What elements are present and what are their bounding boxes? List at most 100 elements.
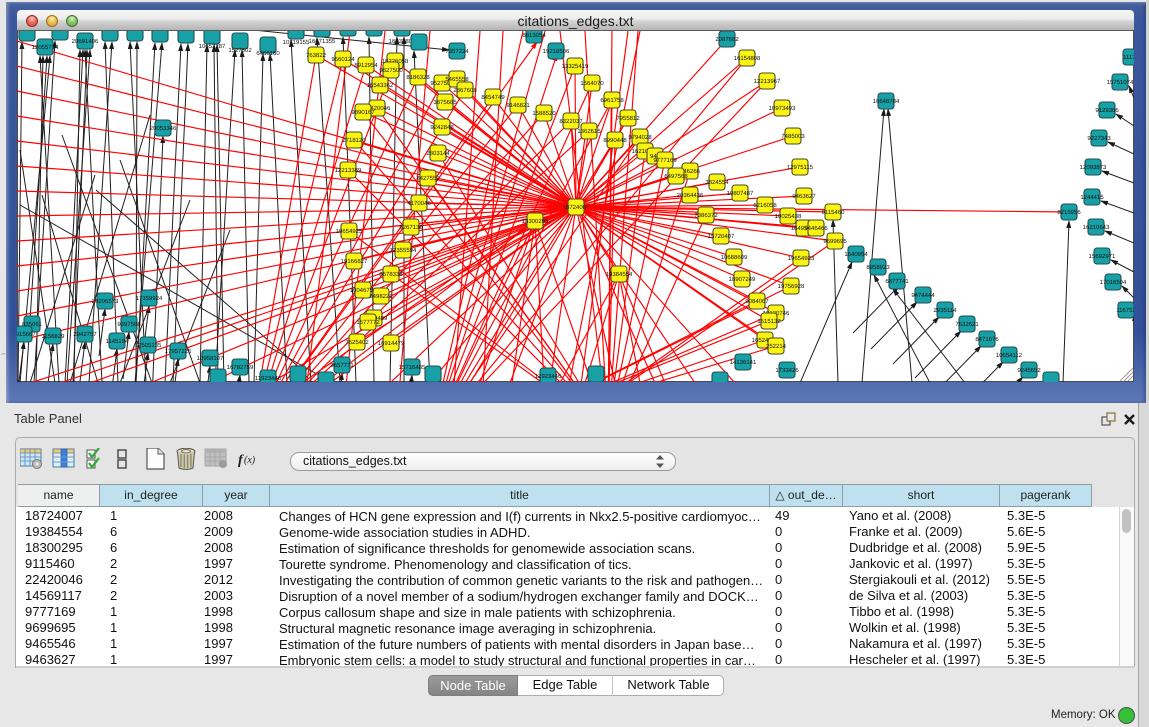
svg-text:9397588: 9397588 [117, 321, 141, 328]
svg-text:8186328: 8186328 [406, 74, 430, 81]
svg-text:252214: 252214 [766, 343, 787, 350]
svg-text:12355594: 12355594 [390, 247, 417, 254]
svg-text:4170046: 4170046 [407, 200, 431, 207]
svg-text:9827500: 9827500 [379, 67, 403, 74]
svg-text:7386372: 7386372 [694, 212, 718, 219]
svg-text:8678334: 8678334 [379, 271, 403, 278]
svg-text:10807487: 10807487 [727, 190, 754, 197]
svg-text:17016504: 17016504 [1100, 279, 1127, 286]
svg-text:8498222: 8498222 [369, 293, 393, 300]
svg-text:8215956: 8215956 [1057, 209, 1081, 216]
svg-text:12975115: 12975115 [787, 164, 814, 171]
svg-text:2935114: 2935114 [934, 307, 958, 314]
svg-text:2718120: 2718120 [342, 137, 366, 144]
svg-text:7955812: 7955812 [616, 115, 640, 122]
svg-text:16782759: 16782759 [227, 364, 254, 371]
svg-text:16648784: 16648784 [873, 98, 900, 105]
svg-text:18907249: 18907249 [729, 276, 756, 283]
svg-text:1564070: 1564070 [580, 80, 604, 87]
svg-text:9463627: 9463627 [792, 193, 816, 200]
svg-text:15751074: 15751074 [1107, 79, 1134, 86]
svg-text:1244415: 1244415 [1080, 194, 1104, 201]
svg-text:1156829: 1156829 [42, 333, 66, 340]
svg-text:2942757: 2942757 [73, 331, 97, 338]
svg-text:9915667: 9915667 [17, 331, 36, 338]
svg-text:11923446: 11923446 [255, 375, 282, 382]
svg-text:2087682: 2087682 [715, 36, 739, 43]
svg-text:1615132: 1615132 [757, 318, 781, 325]
svg-text:2803144: 2803144 [426, 150, 450, 157]
svg-text:9657771: 9657771 [330, 362, 354, 369]
svg-text:11175: 11175 [1123, 54, 1134, 61]
svg-text:9146821: 9146821 [506, 102, 530, 109]
svg-text:8471676: 8471676 [975, 336, 999, 343]
svg-text:6497568: 6497568 [664, 173, 688, 180]
svg-text:9890167: 9890167 [351, 109, 375, 116]
svg-text:6877741: 6877741 [885, 278, 909, 285]
svg-text:19654923: 19654923 [788, 255, 815, 262]
svg-text:16210643: 16210643 [1083, 224, 1110, 231]
svg-text:7357224: 7357224 [445, 48, 469, 55]
svg-text:12505135: 12505135 [135, 342, 162, 349]
svg-text:10958107: 10958107 [197, 355, 224, 362]
svg-text:16914479: 16914479 [378, 340, 405, 347]
svg-text:10719155: 10719155 [283, 39, 310, 46]
svg-text:763822: 763822 [306, 52, 327, 59]
svg-text:10688609: 10688609 [721, 254, 748, 261]
svg-text:10653287: 10653287 [199, 43, 226, 50]
svg-text:8427552: 8427552 [416, 175, 440, 182]
svg-text:19756928: 19756928 [778, 283, 805, 290]
svg-text:17957225: 17957225 [165, 348, 192, 355]
svg-text:1640954: 1640954 [844, 251, 868, 258]
svg-text:1677772: 1677772 [356, 319, 380, 326]
svg-text:15692971: 15692971 [1089, 253, 1116, 260]
svg-text:20691406: 20691406 [72, 38, 99, 45]
svg-text:3875685: 3875685 [433, 99, 457, 106]
svg-text:10654112: 10654112 [996, 352, 1023, 359]
svg-text:16671355: 16671355 [309, 38, 336, 45]
svg-text:6466160: 6466160 [256, 50, 280, 57]
svg-text:7632621: 7632621 [955, 321, 979, 328]
svg-text:16543362: 16543362 [367, 82, 394, 89]
svg-text:8267130: 8267130 [399, 224, 423, 231]
svg-text:13325419: 13325419 [562, 63, 589, 70]
svg-text:20206573: 20206573 [92, 298, 119, 305]
svg-text:1145194: 1145194 [106, 338, 130, 345]
svg-text:9699695: 9699695 [823, 238, 847, 245]
svg-text:9245652: 9245652 [1017, 367, 1041, 374]
svg-text:9115460: 9115460 [822, 209, 846, 216]
svg-text:17359924: 17359924 [136, 295, 163, 302]
svg-text:12213389: 12213389 [335, 167, 362, 174]
svg-text:10025438: 10025438 [775, 213, 802, 220]
svg-text:116753: 116753 [1116, 307, 1134, 314]
svg-text:20364436: 20364436 [677, 192, 704, 199]
svg-text:14136141: 14136141 [730, 359, 757, 366]
svg-text:8990448: 8990448 [603, 137, 627, 144]
svg-text:8912954: 8912954 [354, 62, 378, 69]
svg-text:19166827: 19166827 [341, 258, 368, 265]
svg-text:12055714: 12055714 [32, 44, 59, 51]
svg-text:7485003: 7485003 [781, 133, 805, 140]
svg-text:18300295: 18300295 [522, 218, 549, 225]
svg-text:19384554: 19384554 [606, 271, 633, 278]
svg-text:15720407: 15720407 [708, 233, 735, 240]
svg-text:9474444: 9474444 [911, 292, 935, 299]
svg-text:9777169: 9777169 [653, 157, 677, 164]
svg-text:8454749: 8454749 [481, 94, 505, 101]
svg-text:16154808: 16154808 [734, 55, 761, 62]
svg-text:2867608: 2867608 [453, 87, 477, 94]
svg-text:19218506: 19218506 [543, 48, 570, 55]
svg-text:18724007: 18724007 [563, 204, 590, 211]
svg-text:10973493: 10973493 [769, 105, 796, 112]
svg-text:(x): (x) [244, 455, 256, 466]
svg-text:1733426: 1733426 [775, 367, 799, 374]
svg-text:9242848: 9242848 [430, 124, 454, 131]
svg-text:9446466: 9446466 [804, 225, 828, 232]
svg-text:3824554: 3824554 [705, 179, 729, 186]
svg-text:6216058: 6216058 [753, 202, 777, 209]
svg-text:12923446: 12923446 [535, 373, 562, 380]
svg-text:9660124: 9660124 [331, 56, 355, 63]
svg-text:9227343: 9227343 [1087, 135, 1111, 142]
svg-text:20053346: 20053346 [150, 125, 177, 132]
svg-text:7625402: 7625402 [345, 339, 369, 346]
